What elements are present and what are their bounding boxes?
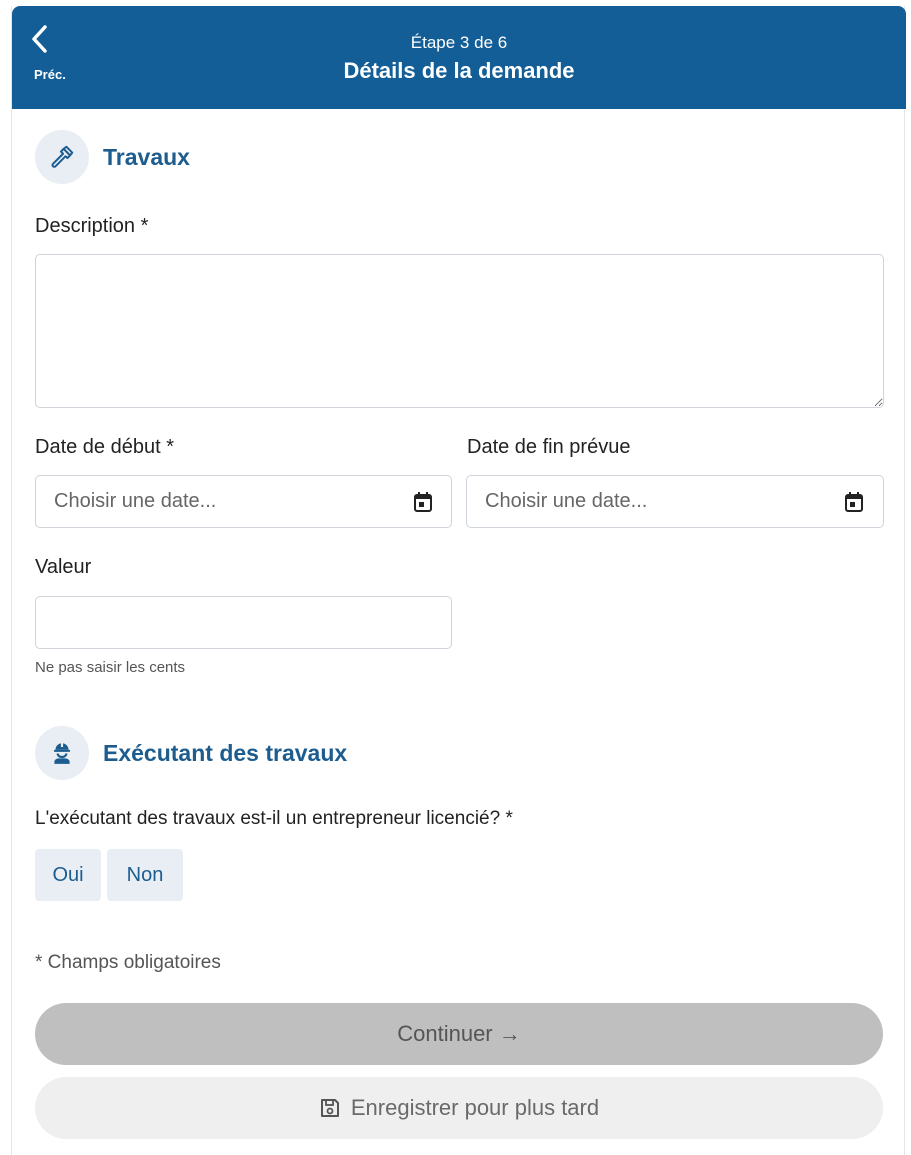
end-date-input[interactable]: [466, 475, 884, 528]
option-oui-button[interactable]: Oui: [35, 849, 101, 901]
option-non-button[interactable]: Non: [107, 849, 183, 901]
section-title-executant: Exécutant des travaux: [103, 739, 348, 766]
continue-button[interactable]: Continuer →: [35, 1003, 883, 1065]
section-icon-wrapper: [35, 130, 89, 184]
description-textarea[interactable]: [35, 254, 884, 408]
section-icon-wrapper: [35, 726, 89, 780]
value-label: Valeur: [35, 556, 92, 578]
save-for-later-button[interactable]: Enregistrer pour plus tard: [35, 1077, 883, 1139]
section-executant-header: Exécutant des travaux: [35, 726, 347, 780]
calendar-icon[interactable]: [412, 491, 434, 513]
end-date-label: Date de fin prévue: [467, 436, 631, 458]
start-date-input[interactable]: [35, 475, 452, 528]
value-hint: Ne pas saisir les cents: [35, 659, 186, 676]
page-title: Détails de la demande: [343, 58, 575, 83]
floppy-disk-icon: [320, 1099, 339, 1117]
licensed-question: L'exécutant des travaux est-il un entrep…: [35, 808, 513, 829]
continue-label: Continuer →: [397, 1021, 521, 1046]
required-fields-note: * Champs obligatoires: [35, 952, 221, 973]
page-header: Préc. Étape 3 de 6 Détails de la demande: [12, 6, 906, 109]
step-indicator: Étape 3 de 6: [410, 33, 508, 52]
section-travaux-header: Travaux: [35, 130, 190, 184]
start-date-label: Date de début *: [35, 436, 174, 458]
hammer-icon: [51, 145, 74, 168]
form-panel: Préc. Étape 3 de 6 Détails de la demande…: [11, 6, 906, 1155]
value-input[interactable]: [35, 596, 452, 649]
section-title-travaux: Travaux: [103, 143, 190, 170]
worker-icon: [53, 742, 71, 764]
description-label: Description *: [35, 215, 149, 237]
calendar-icon[interactable]: [843, 491, 865, 513]
save-label: Enregistrer pour plus tard: [350, 1095, 600, 1120]
